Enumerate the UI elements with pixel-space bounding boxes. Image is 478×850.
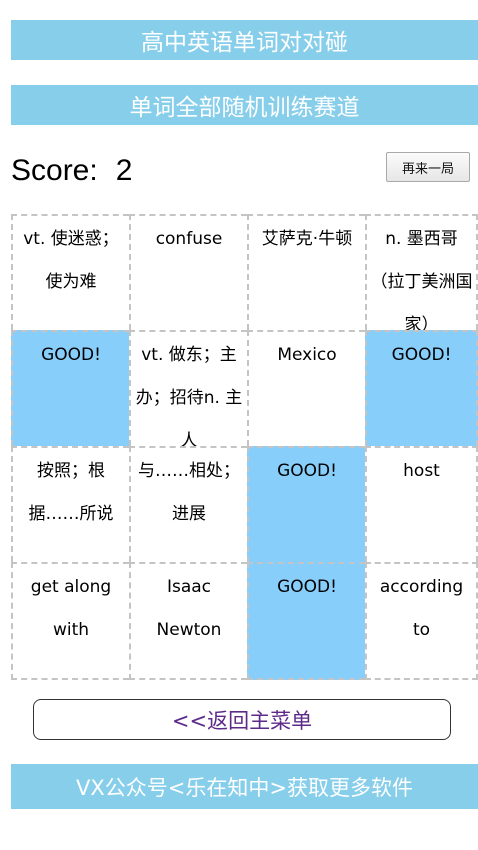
grid-cell-8[interactable]: GOOD! xyxy=(365,330,478,446)
grid-cell-14[interactable]: Isaac Newton xyxy=(129,562,247,680)
score-label: Score: xyxy=(11,154,98,187)
grid-cell-1[interactable]: vt. 使迷惑；使为难 xyxy=(11,214,129,330)
back-to-menu-button[interactable]: <<返回主菜单 xyxy=(33,699,451,740)
footer-banner: VX公众号<乐在知中>获取更多软件 xyxy=(11,764,478,809)
grid-cell-4[interactable]: n. 墨西哥（拉丁美洲国家） xyxy=(365,214,478,330)
score-value: 2 xyxy=(115,154,133,187)
app-title-banner: 高中英语单词对对碰 xyxy=(11,20,478,60)
word-grid: vt. 使迷惑；使为难 confuse 艾萨克·牛顿 n. 墨西哥（拉丁美洲国家… xyxy=(11,214,478,680)
grid-cell-5[interactable]: GOOD! xyxy=(11,330,129,446)
grid-cell-11[interactable]: GOOD! xyxy=(247,446,365,562)
mode-title: 单词全部随机训练赛道 xyxy=(129,95,360,121)
grid-cell-10[interactable]: 与……相处；进展 xyxy=(129,446,247,562)
grid-cell-9[interactable]: 按照；根据……所说 xyxy=(11,446,129,562)
score-display: Score: 2 xyxy=(11,150,132,192)
grid-cell-15[interactable]: GOOD! xyxy=(247,562,365,680)
grid-cell-6[interactable]: vt. 做东；主办；招待n. 主人 xyxy=(129,330,247,446)
grid-cell-12[interactable]: host xyxy=(365,446,478,562)
grid-cell-2[interactable]: confuse xyxy=(129,214,247,330)
grid-cell-7[interactable]: Mexico xyxy=(247,330,365,446)
footer-text: VX公众号<乐在知中>获取更多软件 xyxy=(76,775,413,800)
grid-cell-3[interactable]: 艾萨克·牛顿 xyxy=(247,214,365,330)
grid-cell-13[interactable]: get along with xyxy=(11,562,129,680)
app-title: 高中英语单词对对碰 xyxy=(141,30,348,56)
restart-button[interactable]: 再来一局 xyxy=(386,152,470,182)
mode-banner: 单词全部随机训练赛道 xyxy=(11,85,478,125)
grid-cell-16[interactable]: according to xyxy=(365,562,478,680)
